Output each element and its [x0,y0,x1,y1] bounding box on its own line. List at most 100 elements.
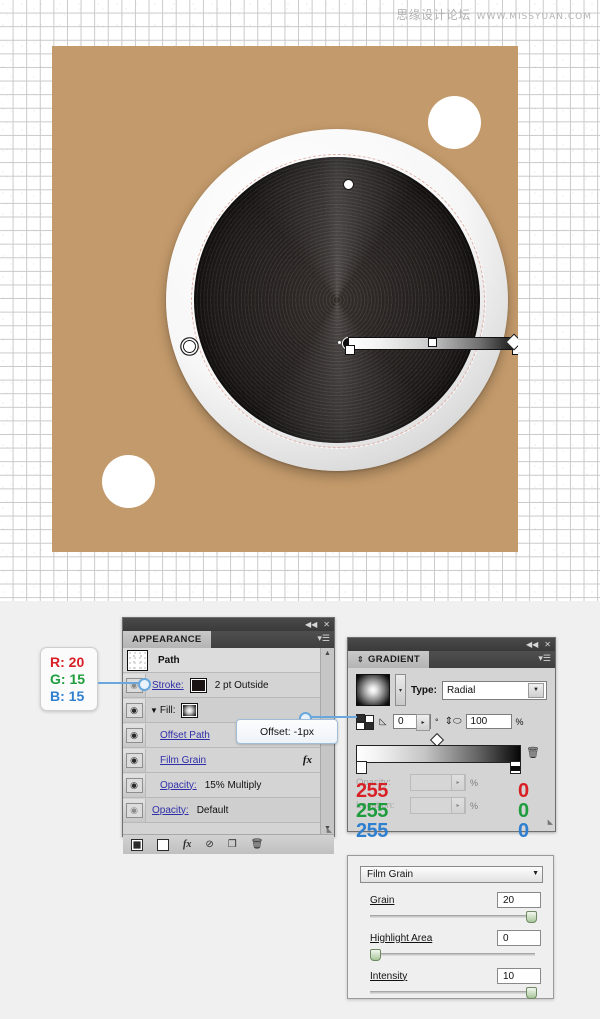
callout-connector-stroke [98,682,142,684]
film-grain-visibility-toggle[interactable]: ◉ [123,748,146,772]
record-outer-ring [166,129,508,471]
appearance-row-stroke[interactable]: ◉ Stroke: 2 pt Outside [123,673,334,698]
eye-icon: ◉ [125,727,143,743]
offset-callout-text: Offset: -1px [259,725,315,738]
film-grain-effect-select[interactable]: Film Grain ▼ [360,866,543,883]
rgb-callout-g: G: 15 [50,670,86,687]
panel-menu-icon[interactable]: ▾☰ [538,654,551,663]
grain-value-input[interactable]: 20 [497,892,541,908]
appearance-path-label: Path [158,654,180,666]
fill-visibility-toggle[interactable]: ◉ [123,698,146,722]
gradient-angle-value: 0 [398,716,404,727]
gradient-origin-handle[interactable] [183,340,196,353]
gradient-opacity-input[interactable]: ▸ [410,774,466,791]
grain-value: 20 [503,894,515,906]
delete-item-icon[interactable]: 🗑 [251,839,264,850]
resize-grip-icon[interactable]: ◣ [548,818,553,826]
fill-label[interactable]: Fill: [160,705,176,716]
appearance-row-film-grain[interactable]: ◉ Film Grain fx [123,748,334,773]
clear-appearance-icon[interactable]: ⊘ [205,839,213,850]
highlight-area-value: 0 [503,932,509,944]
stroke-label[interactable]: Stroke: [152,680,184,691]
gradient-angle-unit: ° [435,716,439,727]
intensity-value-input[interactable]: 10 [497,968,541,984]
gradient-presets-dropdown-icon[interactable]: ▾ [395,674,406,706]
intensity-slider-knob[interactable] [526,987,537,999]
gradient-angle-row: ◺ 0 ▸ ° ⇕⬭ 100 % [356,714,547,731]
artboard[interactable] [52,46,518,552]
scroll-up-icon[interactable]: ▲ [324,648,331,659]
film-grain-dialog[interactable]: Film Grain ▼ Grain 20 Highlight Area 0 I [347,855,554,999]
offset-path-label[interactable]: Offset Path [160,730,210,741]
tab-appearance[interactable]: APPEARANCE [123,631,211,648]
highlight-area-value-input[interactable]: 0 [497,930,541,946]
appearance-row-opacity-multiply[interactable]: ◉ Opacity: 15% Multiply [123,773,334,798]
stroke-color-swatch[interactable] [189,677,207,693]
close-icon[interactable]: ✕ [544,640,551,649]
eye-icon: ◉ [125,702,143,718]
record-artwork[interactable] [166,129,518,478]
path-thumbnail-icon [127,649,148,671]
grain-slider[interactable] [370,911,537,923]
gradient-stop-left[interactable] [356,761,367,774]
collapse-icon[interactable]: ◀◀ [305,620,317,629]
chevron-down-icon[interactable]: ▼ [528,682,544,698]
gradient-midpoint-handle[interactable] [428,338,437,347]
duplicate-item-icon[interactable]: ❐ [228,839,237,850]
gradient-type-value: Radial [446,684,476,696]
gradient-type-select[interactable]: Radial ▼ [441,680,547,700]
opacity-multiply-visibility-toggle[interactable]: ◉ [123,773,146,797]
highlight-area-slider-knob[interactable] [370,949,381,961]
opacity-stepper-icon[interactable]: ▸ [451,774,465,791]
gradient-stop-right[interactable] [510,761,521,774]
reverse-gradient-icon[interactable] [356,714,374,730]
location-stepper-icon[interactable]: ▸ [451,797,465,814]
add-new-stroke-icon[interactable] [131,838,143,851]
add-new-fill-icon[interactable] [157,838,169,851]
offset-path-visibility-toggle[interactable]: ◉ [123,723,146,747]
gradient-panel[interactable]: ◀◀ ✕ ⇕ GRADIENT ▾☰ ▾ Type: Radial ▼ ◺ 0 … [347,637,556,841]
left-stop-b: 255 [356,820,388,842]
tab-gradient[interactable]: ⇕ GRADIENT [348,651,430,668]
intensity-label: Intensity [370,970,408,982]
film-grain-label[interactable]: Film Grain [160,755,206,766]
gradient-aspect-input[interactable]: 100 [465,714,512,729]
delete-stop-icon[interactable]: 🗑 [526,746,540,759]
gradient-opacity-unit: % [470,777,479,788]
gradient-ramp-track[interactable] [356,745,521,763]
chevron-down-icon[interactable]: ▼ [150,706,158,715]
opacity-default-visibility-toggle[interactable]: ◉ [123,798,146,822]
offset-callout-box: Offset: -1px [236,719,338,744]
grain-slider-knob[interactable] [526,911,537,923]
film-grain-control-intensity: Intensity 10 [360,968,541,999]
fx-icon[interactable]: fx [303,754,312,766]
rgb-callout-b: B: 15 [50,687,85,704]
opacity-multiply-label[interactable]: Opacity: [160,780,197,791]
gradient-annotator[interactable] [338,333,518,355]
gradient-angle-input[interactable]: 0 ▸ [393,714,431,731]
gradient-slider-area[interactable]: 🗑 [356,732,547,774]
intensity-slider-track [370,991,535,994]
rgb-callout-box: R: 20 G: 15 B: 15 [40,647,98,711]
path-anchor-point-top[interactable] [343,179,354,190]
appearance-row-path[interactable]: Path [123,648,334,673]
close-icon[interactable]: ✕ [323,620,330,629]
resize-grip-icon[interactable]: ◣ [327,826,332,834]
fill-gradient-swatch[interactable] [181,702,199,718]
highlight-area-slider[interactable] [370,949,535,961]
add-new-effect-icon[interactable]: fx [183,839,191,850]
intensity-slider[interactable] [370,987,537,999]
gradient-stop-handle-start[interactable] [345,345,355,355]
panel-menu-icon[interactable]: ▾☰ [317,634,330,643]
appearance-row-opacity-default[interactable]: ◉ Opacity: Default [123,798,334,823]
gradient-location-input[interactable]: ▸ [410,797,466,814]
angle-stepper-icon[interactable]: ▸ [416,714,430,731]
collapse-icon[interactable]: ◀◀ [526,640,538,649]
film-grain-effect-name: Film Grain [367,869,414,880]
angle-icon: ◺ [379,716,387,726]
gradient-preview-swatch[interactable] [356,674,390,706]
callout-connector-dot-stroke [138,678,151,691]
left-stop-g: 255 [356,800,388,822]
opacity-default-label[interactable]: Opacity: [152,805,189,816]
chevron-down-icon[interactable]: ▼ [532,870,539,877]
